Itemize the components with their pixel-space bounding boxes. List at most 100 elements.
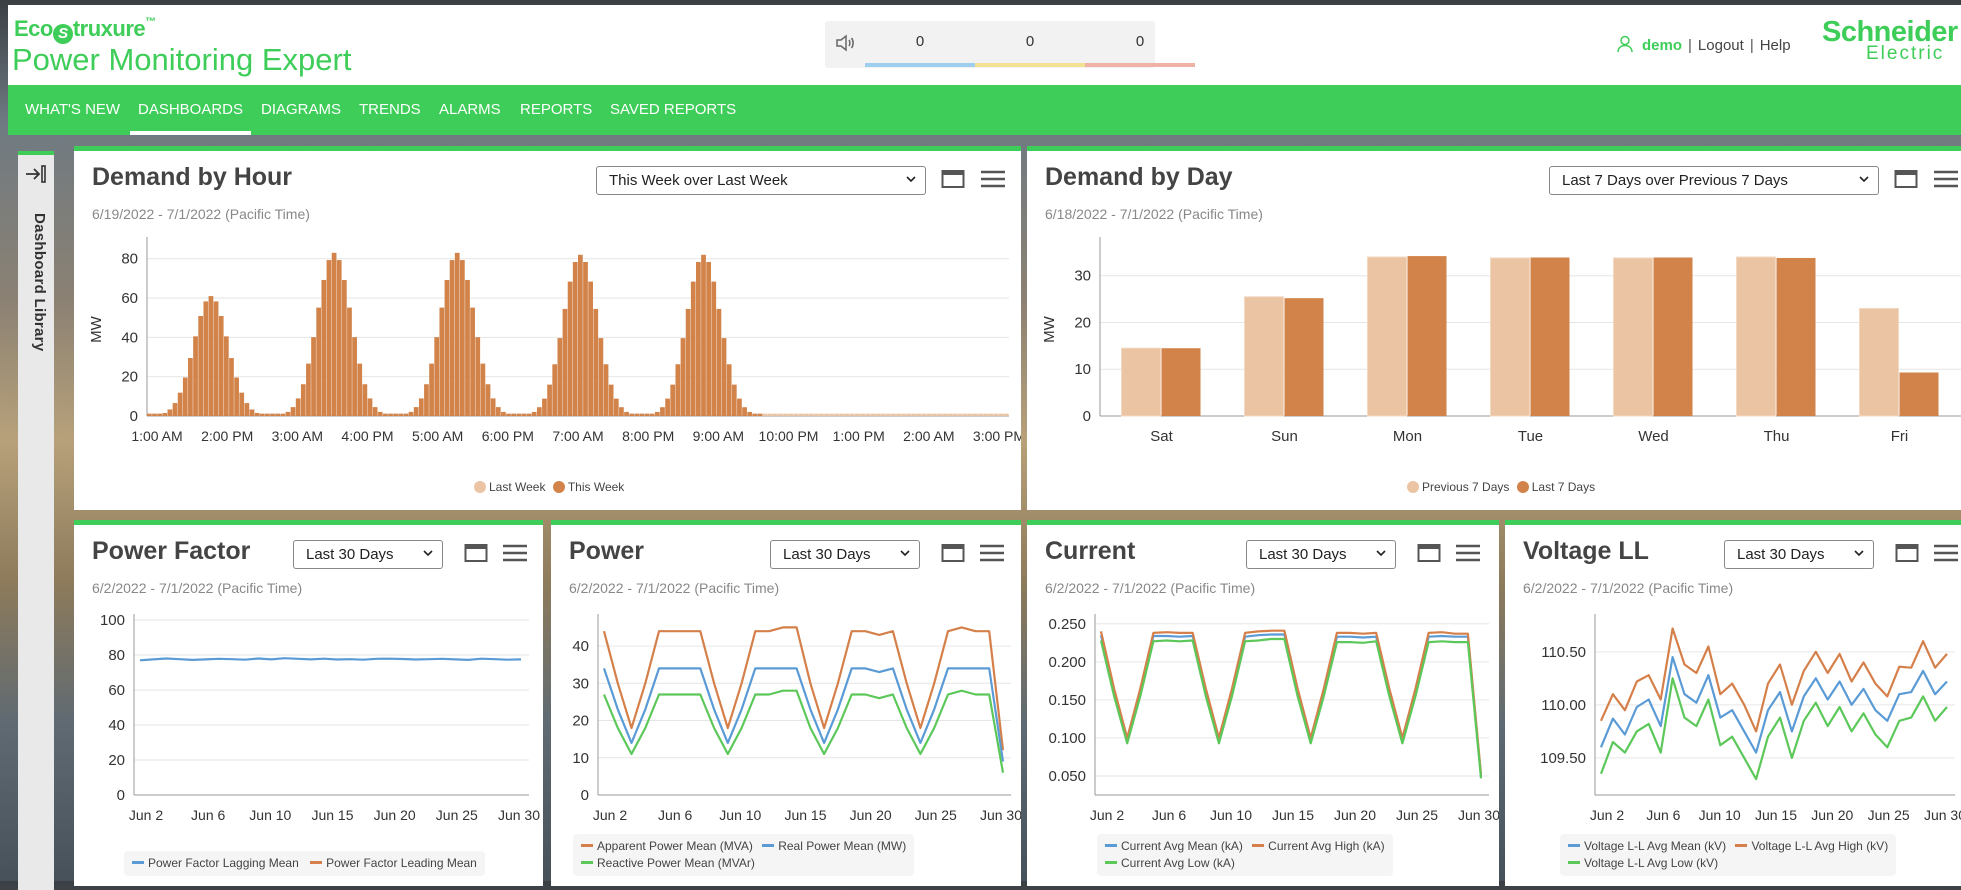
expand-panel-icon[interactable] xyxy=(24,163,48,185)
nav-whats-new[interactable]: WHAT'S NEW xyxy=(25,85,120,135)
legend-this-week[interactable]: This Week xyxy=(568,480,624,494)
menu-icon[interactable] xyxy=(1933,169,1959,189)
dashboard-library-label[interactable]: Dashboard Library xyxy=(31,213,48,351)
x-tick-label: Jun 25 xyxy=(1868,807,1910,823)
bar-this-week xyxy=(377,411,383,416)
legend-current-mean[interactable]: Current Avg Mean (kA) xyxy=(1121,839,1243,853)
period-select[interactable]: Last 30 Days xyxy=(1246,540,1396,569)
bar-this-week xyxy=(223,336,229,416)
legend-previous-7-days[interactable]: Previous 7 Days xyxy=(1422,480,1509,494)
alarm-count-high[interactable]: 0 xyxy=(1085,33,1195,50)
menu-icon[interactable] xyxy=(502,543,528,563)
legend-pf-lagging[interactable]: Power Factor Lagging Mean xyxy=(148,856,299,870)
bar-last-week xyxy=(788,413,794,416)
alarm-count-medium[interactable]: 0 xyxy=(975,33,1085,50)
x-tick-label: 2:00 AM xyxy=(903,428,954,444)
bar-last-week xyxy=(814,413,819,416)
bar-this-week xyxy=(542,398,547,416)
x-tick-label: Fri xyxy=(1891,428,1909,445)
bar-this-week xyxy=(670,384,676,416)
help-link[interactable]: Help xyxy=(1760,37,1791,54)
maximize-icon[interactable] xyxy=(941,169,965,189)
maximize-icon[interactable] xyxy=(1894,169,1918,189)
legend-last-week[interactable]: Last Week xyxy=(489,480,545,494)
x-tick-label: 3:00 AM xyxy=(272,428,323,444)
bar-this-week xyxy=(613,398,619,416)
card-title: Voltage LL xyxy=(1523,537,1649,565)
nav-reports[interactable]: REPORTS xyxy=(520,85,592,135)
nav-diagrams[interactable]: DIAGRAMS xyxy=(261,85,341,135)
nav-trends[interactable]: TRENDS xyxy=(359,85,421,135)
bar-this-week xyxy=(701,254,706,416)
x-tick-label: Sun xyxy=(1271,428,1298,445)
period-select[interactable]: This Week over Last Week xyxy=(596,166,926,195)
bar-last-week xyxy=(937,413,942,416)
x-tick-label: Jun 30 xyxy=(1924,807,1961,823)
period-select[interactable]: Last 30 Days xyxy=(770,540,920,569)
menu-icon[interactable] xyxy=(980,169,1006,189)
maximize-icon[interactable] xyxy=(464,543,488,563)
maximize-icon[interactable] xyxy=(1895,543,1919,563)
legend-swatch xyxy=(1568,844,1580,847)
bar-last-week xyxy=(824,413,830,416)
alarm-counter-panel[interactable]: 0 0 0 xyxy=(825,21,1195,68)
legend-reactive-power[interactable]: Reactive Power Mean (MVAr) xyxy=(597,856,755,870)
card-date-range: 6/18/2022 - 7/1/2022 (Pacific Time) xyxy=(1045,206,1263,222)
x-tick-label: Jun 30 xyxy=(1458,807,1499,823)
legend-voltage-high[interactable]: Voltage L-L Avg High (kV) xyxy=(1751,839,1888,853)
legend-last-7-days[interactable]: Last 7 Days xyxy=(1532,480,1595,494)
bar-this-week xyxy=(290,407,296,416)
bar-last-week xyxy=(978,413,983,416)
bar-last-7-days xyxy=(1284,298,1324,416)
card-title: Demand by Hour xyxy=(92,163,293,191)
legend-real-power[interactable]: Real Power Mean (MW) xyxy=(778,839,906,853)
power-factor-chart: 0 20 40 60 80 100 Jun 2 Jun 6 Jun 10 Jun 15 Jun 20… xyxy=(100,612,540,823)
speaker-icon[interactable] xyxy=(834,32,856,54)
bar-this-week xyxy=(444,279,450,416)
legend-voltage-mean[interactable]: Voltage L-L Avg Mean (kV) xyxy=(1584,839,1726,853)
bar-last-week xyxy=(808,413,814,416)
nav-saved-reports[interactable]: SAVED REPORTS xyxy=(610,85,736,135)
bar-last-week xyxy=(952,413,958,416)
power-chart: 0 10 20 30 40 Jun 2 Jun 6 Jun 10 Jun 15 Jun 20 Jun… xyxy=(572,614,1021,823)
nav-dashboards[interactable]: DASHBOARDS xyxy=(129,85,252,135)
chevron-down-icon xyxy=(900,550,910,557)
legend-swatch xyxy=(474,481,486,493)
bar-this-week xyxy=(367,398,373,416)
maximize-icon[interactable] xyxy=(941,543,965,563)
bar-this-week xyxy=(752,413,758,416)
legend-voltage-low[interactable]: Voltage L-L Avg Low (kV) xyxy=(1584,856,1718,870)
bar-this-week xyxy=(331,252,337,416)
bar-last-week xyxy=(957,413,963,416)
bar-this-week xyxy=(203,301,209,416)
alarm-count-low[interactable]: 0 xyxy=(865,33,975,50)
maximize-icon[interactable] xyxy=(1417,543,1441,563)
bar-this-week xyxy=(531,411,537,416)
nav-alarms[interactable]: ALARMS xyxy=(439,85,501,135)
legend-apparent-power[interactable]: Apparent Power Mean (MVA) xyxy=(597,839,753,853)
logout-link[interactable]: Logout xyxy=(1698,37,1744,54)
period-select[interactable]: Last 30 Days xyxy=(293,540,443,569)
period-select[interactable]: Last 30 Days xyxy=(1724,540,1874,569)
bar-this-week xyxy=(742,407,747,416)
bar-this-week xyxy=(690,281,696,416)
bar-last-week xyxy=(855,413,860,416)
bar-this-week xyxy=(429,363,434,416)
y-tick-label: 40 xyxy=(121,329,138,346)
bar-previous-7-days xyxy=(1490,257,1530,417)
legend-pf-leading[interactable]: Power Factor Leading Mean xyxy=(326,856,477,870)
user-name[interactable]: demo xyxy=(1642,37,1682,54)
x-tick-label: Jun 20 xyxy=(1811,807,1853,823)
x-tick-label: Jun 6 xyxy=(658,807,692,823)
bar-this-week xyxy=(434,337,440,416)
menu-icon[interactable] xyxy=(979,543,1005,563)
period-select[interactable]: Last 7 Days over Previous 7 Days xyxy=(1549,166,1879,195)
dashboard-library-panel[interactable]: Dashboard Library xyxy=(18,151,54,890)
legend-current-low[interactable]: Current Avg Low (kA) xyxy=(1121,856,1235,870)
menu-icon[interactable] xyxy=(1933,543,1959,563)
bar-this-week xyxy=(562,308,568,416)
card-date-range: 6/2/2022 - 7/1/2022 (Pacific Time) xyxy=(1045,580,1256,596)
menu-icon[interactable] xyxy=(1455,543,1481,563)
legend-current-high[interactable]: Current Avg High (kA) xyxy=(1268,839,1385,853)
bar-this-week xyxy=(424,384,429,416)
